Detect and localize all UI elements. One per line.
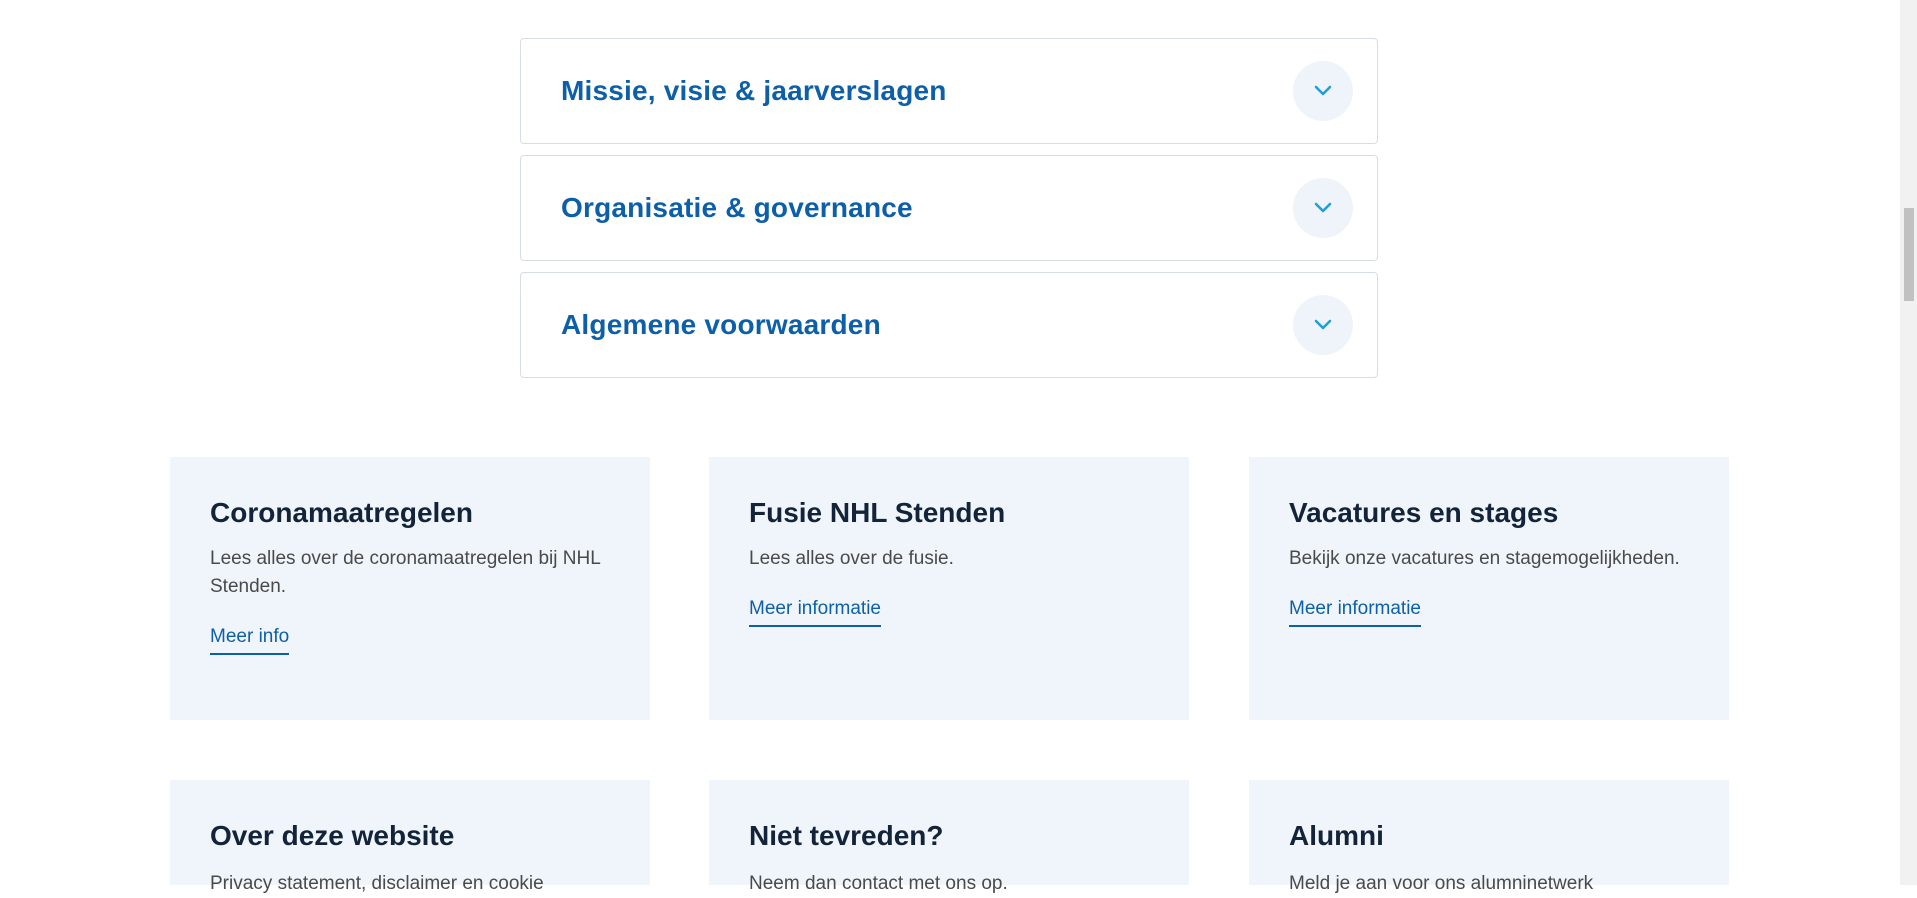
- card-link[interactable]: Meer informatie: [749, 597, 881, 627]
- card-text: Lees alles over de fusie.: [749, 548, 954, 569]
- scrollbar[interactable]: [1900, 0, 1917, 885]
- card-website: Over deze website Privacy statement, dis…: [170, 780, 650, 894]
- expand-toggle[interactable]: [1293, 178, 1353, 238]
- card-link[interactable]: Meer info: [210, 625, 290, 655]
- chevron-down-icon: [1314, 85, 1332, 96]
- card-fusie: Fusie NHL Stenden Lees alles over de fus…: [709, 457, 1189, 720]
- card-title: Vacatures en stages: [1289, 497, 1559, 528]
- card-text: Bekijk onze vacatures en stagemogelijkhe…: [1289, 548, 1680, 569]
- card-tevreden: Niet tevreden? Neem dan contact met ons …: [709, 780, 1189, 894]
- card-vacatures: Vacatures en stages Bekijk onze vacature…: [1249, 457, 1729, 720]
- accordion: Missie, visie & jaarverslagen Organisati…: [520, 38, 1378, 389]
- card-title: Over deze website: [210, 820, 455, 851]
- card-title: Fusie NHL Stenden: [749, 497, 1006, 528]
- card-title: Niet tevreden?: [749, 820, 944, 851]
- card-text: Meld je aan voor ons alumninetwerk: [1289, 873, 1594, 894]
- expand-toggle[interactable]: [1293, 295, 1353, 355]
- card-text: Neem dan contact met ons op.: [749, 873, 1008, 894]
- accordion-item-voorwaarden[interactable]: Algemene voorwaarden: [520, 272, 1378, 378]
- card-title: Coronamaatregelen: [210, 497, 473, 528]
- card-alumni: Alumni Meld je aan voor ons alumninetwer…: [1249, 780, 1729, 894]
- scrollbar-thumb[interactable]: [1904, 208, 1914, 301]
- expand-toggle[interactable]: [1293, 61, 1353, 121]
- chevron-down-icon: [1314, 319, 1332, 330]
- accordion-item-organisatie[interactable]: Organisatie & governance: [520, 155, 1378, 261]
- accordion-title: Organisatie & governance: [561, 192, 913, 223]
- card-title: Alumni: [1289, 820, 1384, 851]
- card-corona: Coronamaatregelen Lees alles over de cor…: [170, 457, 650, 720]
- card-link[interactable]: Meer informatie: [1289, 597, 1421, 627]
- card-text: Privacy statement, disclaimer en cookie: [210, 873, 544, 894]
- accordion-title: Missie, visie & jaarverslagen: [561, 75, 947, 106]
- chevron-down-icon: [1314, 202, 1332, 213]
- card-text: Lees alles over de coronamaatregelen bij…: [210, 548, 601, 597]
- accordion-item-missie[interactable]: Missie, visie & jaarverslagen: [520, 38, 1378, 144]
- accordion-title: Algemene voorwaarden: [561, 309, 881, 340]
